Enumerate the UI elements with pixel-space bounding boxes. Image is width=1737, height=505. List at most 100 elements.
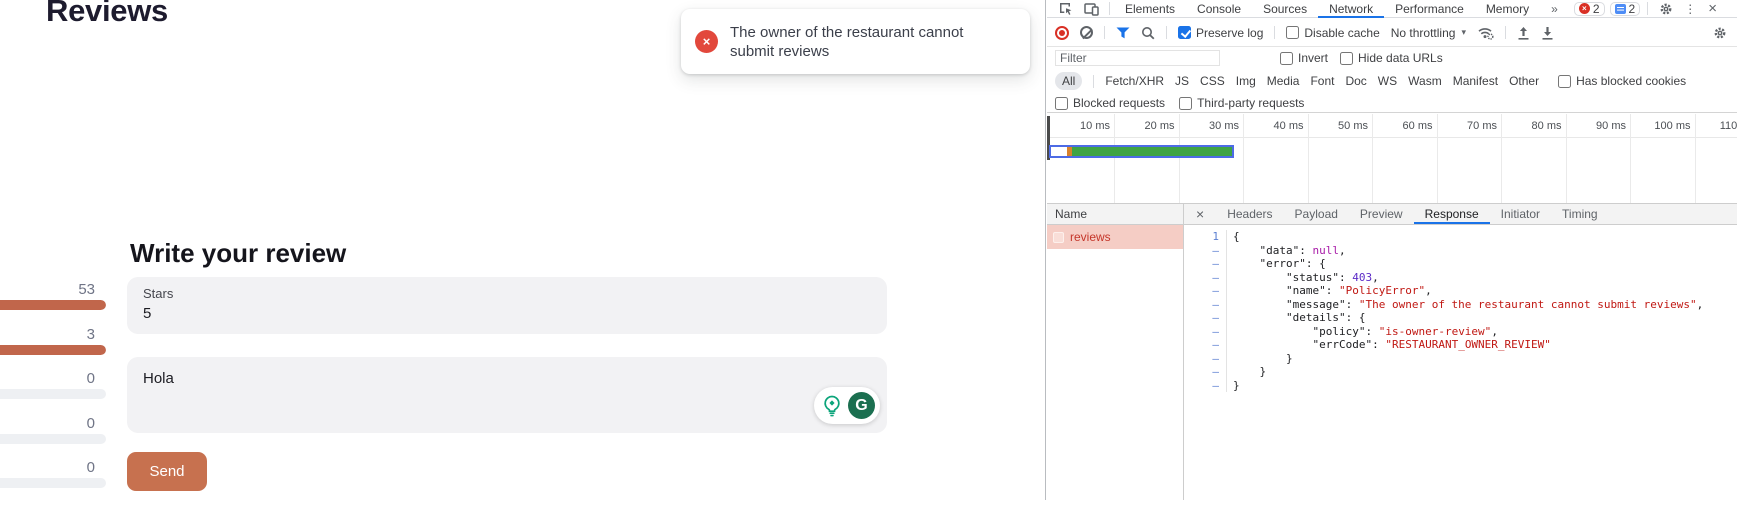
request-waterfall-bar[interactable] [1049, 145, 1234, 158]
detail-tab-payload[interactable]: Payload [1284, 204, 1349, 224]
filter-pill-wasm[interactable]: Wasm [1408, 74, 1442, 88]
filter-pill-fetchxhr[interactable]: Fetch/XHR [1105, 74, 1164, 88]
devtools-tabbar: ElementsConsoleSourcesNetworkPerformance… [1047, 0, 1737, 18]
line-gutter[interactable]: – [1184, 365, 1227, 379]
throttling-value: No throttling [1391, 26, 1456, 40]
grammarly-widget[interactable]: G [814, 387, 880, 424]
record-network-log-icon[interactable] [1055, 26, 1069, 40]
device-toolbar-icon[interactable] [1078, 2, 1105, 16]
rating-count: 0 [0, 416, 106, 432]
filter-input[interactable] [1055, 50, 1220, 66]
filter-pill-doc[interactable]: Doc [1345, 74, 1366, 88]
timeline-gridline [1372, 114, 1373, 203]
detail-tab-response[interactable]: Response [1414, 204, 1490, 224]
detail-tab-timing[interactable]: Timing [1551, 204, 1609, 224]
stars-field-label: Stars [143, 286, 871, 301]
clear-network-log-icon[interactable] [1080, 26, 1093, 39]
devtools-tab-performance[interactable]: Performance [1384, 0, 1475, 18]
grammarly-suggestion-bulb-icon[interactable] [819, 393, 845, 419]
third-party-requests-checkbox[interactable]: Third-party requests [1179, 96, 1304, 110]
stars-field-value: 5 [143, 305, 871, 322]
code-text: "name": "PolicyError", [1227, 284, 1432, 298]
timeline-gridline [1501, 114, 1502, 203]
close-detail-icon[interactable]: × [1184, 206, 1216, 222]
line-gutter[interactable]: – [1184, 298, 1227, 312]
grammarly-logo-icon[interactable]: G [848, 392, 875, 419]
detail-tab-headers[interactable]: Headers [1216, 204, 1283, 224]
devtools-menu-icon[interactable]: ⋮ [1679, 2, 1701, 16]
checkbox-unchecked-icon[interactable] [1558, 75, 1571, 88]
devtools-tab-sources[interactable]: Sources [1252, 0, 1318, 18]
more-tabs-icon[interactable]: » [1540, 0, 1569, 18]
line-gutter[interactable]: – [1184, 338, 1227, 352]
network-conditions-icon[interactable] [1477, 26, 1494, 40]
filter-pill-js[interactable]: JS [1175, 74, 1189, 88]
rating-bar [0, 478, 106, 488]
rating-bar [0, 300, 106, 310]
checkbox-unchecked-icon[interactable] [1280, 52, 1293, 65]
line-gutter[interactable]: – [1184, 244, 1227, 258]
filter-pill-other[interactable]: Other [1509, 74, 1539, 88]
timeline-tick-label: 20 ms [1119, 120, 1175, 132]
blocked-requests-checkbox[interactable]: Blocked requests [1055, 96, 1165, 110]
devtools-tab-memory[interactable]: Memory [1475, 0, 1540, 18]
console-messages-badge[interactable]: 2 [1610, 2, 1641, 16]
devtools-tab-network[interactable]: Network [1318, 0, 1384, 18]
filter-pill-ws[interactable]: WS [1378, 74, 1397, 88]
invert-checkbox[interactable]: Invert [1280, 51, 1328, 65]
checkbox-unchecked-icon[interactable] [1055, 97, 1068, 110]
network-toolbar: Preserve log Disable cache No throttling… [1047, 19, 1737, 47]
devtools-close-icon[interactable]: × [1701, 1, 1724, 16]
checkbox-unchecked-icon[interactable] [1179, 97, 1192, 110]
hide-data-urls-checkbox[interactable]: Hide data URLs [1340, 51, 1443, 65]
checkbox-checked-icon[interactable] [1178, 26, 1191, 39]
error-toast[interactable]: × The owner of the restaurant cannot sub… [681, 9, 1030, 74]
line-gutter[interactable]: – [1184, 311, 1227, 325]
inspect-element-icon[interactable] [1053, 1, 1078, 16]
console-errors-badge[interactable]: × 2 [1574, 2, 1605, 16]
checkbox-unchecked-icon[interactable] [1286, 26, 1299, 39]
search-icon[interactable] [1141, 26, 1155, 40]
message-badge-icon [1615, 4, 1626, 14]
import-har-icon[interactable] [1517, 26, 1530, 40]
line-gutter[interactable]: – [1184, 379, 1227, 393]
filter-pill-img[interactable]: Img [1236, 74, 1256, 88]
line-gutter[interactable]: – [1184, 352, 1227, 366]
export-har-icon[interactable] [1541, 26, 1554, 40]
filter-pill-css[interactable]: CSS [1200, 74, 1225, 88]
line-gutter[interactable]: – [1184, 257, 1227, 271]
ruler-border [1047, 137, 1737, 138]
stars-field[interactable]: Stars 5 [127, 277, 887, 334]
line-gutter[interactable]: 1 [1184, 230, 1227, 244]
detail-tab-preview[interactable]: Preview [1349, 204, 1414, 224]
line-gutter[interactable]: – [1184, 271, 1227, 285]
request-row-reviews[interactable]: reviews [1047, 225, 1183, 249]
network-settings-gear-icon[interactable] [1713, 26, 1727, 40]
review-textarea[interactable]: Hola [127, 357, 887, 433]
settings-gear-icon[interactable] [1653, 2, 1679, 16]
network-overview-timeline[interactable]: 10 ms20 ms30 ms40 ms50 ms60 ms70 ms80 ms… [1047, 114, 1737, 203]
line-gutter[interactable]: – [1184, 325, 1227, 339]
divider [1505, 26, 1506, 39]
filter-pill-all[interactable]: All [1055, 72, 1082, 90]
devtools-tab-console[interactable]: Console [1186, 0, 1252, 18]
rating-count: 53 [0, 282, 106, 298]
message-badge-count: 2 [1629, 2, 1636, 16]
line-gutter[interactable]: – [1184, 284, 1227, 298]
checkbox-unchecked-icon[interactable] [1340, 52, 1353, 65]
has-blocked-cookies-checkbox[interactable]: Has blocked cookies [1558, 74, 1686, 88]
disable-cache-checkbox[interactable]: Disable cache [1286, 26, 1379, 40]
name-column-header[interactable]: Name [1047, 203, 1183, 225]
preserve-log-checkbox[interactable]: Preserve log [1178, 26, 1263, 40]
filter-pill-media[interactable]: Media [1267, 74, 1300, 88]
send-button[interactable]: Send [127, 452, 207, 491]
filter-pill-font[interactable]: Font [1310, 74, 1334, 88]
devtools-tab-elements[interactable]: Elements [1114, 0, 1186, 18]
rating-bar [0, 345, 106, 355]
request-type-filters: All Fetch/XHR JS CSS Img Media Font Doc WS Wasm Ma… [1047, 69, 1737, 93]
detail-tab-initiator[interactable]: Initiator [1490, 204, 1551, 224]
filter-funnel-icon[interactable] [1116, 27, 1130, 39]
filter-pill-manifest[interactable]: Manifest [1453, 74, 1498, 88]
timeline-gridline [1566, 114, 1567, 203]
throttling-dropdown[interactable]: No throttling ▾ [1391, 26, 1466, 40]
